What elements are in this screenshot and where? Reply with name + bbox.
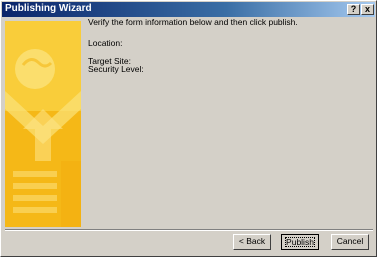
publish-button-label: Publish — [285, 237, 315, 247]
wizard-illustration-graphic — [5, 21, 81, 227]
back-button[interactable]: < Back — [233, 234, 271, 250]
wizard-window: Publishing Wizard ? x Verify the form in… — [0, 0, 377, 257]
title-bar[interactable]: Publishing Wizard ? x — [2, 2, 375, 17]
publish-button[interactable]: Publish — [281, 234, 319, 250]
close-button[interactable]: x — [361, 4, 374, 15]
help-button[interactable]: ? — [347, 4, 360, 15]
window-title: Publishing Wizard — [5, 3, 92, 14]
footer-separator-highlight — [5, 230, 373, 231]
cancel-button[interactable]: Cancel — [331, 234, 369, 250]
location-label: Location: — [88, 38, 123, 48]
intro-text: Verify the form information below and th… — [88, 17, 298, 27]
security-level-label: Security Level: — [88, 64, 144, 74]
wizard-illustration — [5, 21, 81, 227]
